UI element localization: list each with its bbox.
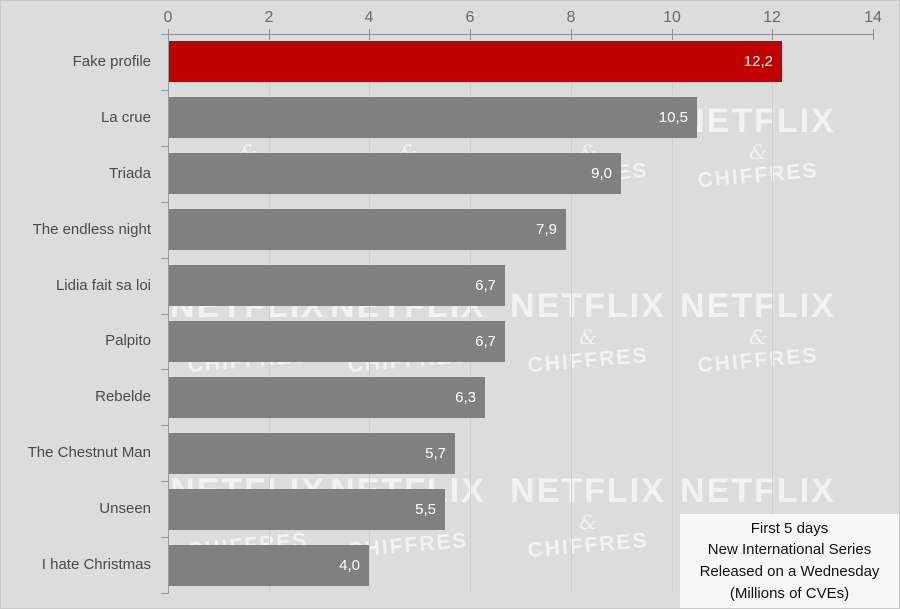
caption-box: First 5 days New International Series Re… [680, 514, 899, 608]
category-label: La crue [100, 109, 151, 126]
watermark-main-text: NETFLIX [510, 287, 666, 325]
bar-value-label: 9,0 [591, 165, 612, 182]
x-axis-tick-label: 12 [763, 9, 781, 26]
bar-value-label: 6,7 [475, 333, 496, 350]
category-label: Unseen [99, 500, 151, 517]
caption-line-2: New International Series [707, 541, 872, 559]
category-label: Palpito [105, 332, 151, 349]
bar-value-label: 5,7 [425, 445, 446, 462]
bar[interactable]: 5,5 [168, 489, 445, 530]
x-axis-tick [571, 29, 572, 40]
netflix-chiffres-watermark: NETFLIX&CHIFFRES [498, 472, 678, 562]
x-axis-tick [269, 29, 270, 40]
category-label: I hate Christmas [41, 556, 151, 573]
caption-line-3: Released on a Wednesday [699, 563, 880, 580]
bar[interactable]: 10,5 [168, 97, 697, 138]
bar-value-label: 7,9 [536, 221, 557, 238]
y-axis-tick [161, 537, 169, 538]
x-axis-tick [672, 29, 673, 40]
gridline [772, 34, 773, 593]
category-label: Fake profile [72, 53, 151, 70]
y-axis-tick [161, 90, 169, 91]
watermark-main-text: NETFLIX [680, 287, 836, 325]
watermark-sub-text: CHIFFRES [526, 343, 650, 378]
x-axis-tick [168, 29, 169, 40]
category-label: Lidia fait sa loi [55, 277, 151, 294]
caption-line-1: First 5 days [750, 519, 829, 537]
y-axis-tick [161, 369, 169, 370]
bar-value-label: 5,5 [415, 501, 436, 518]
x-axis-tick [873, 29, 874, 40]
x-axis-tick-label: 6 [465, 9, 475, 26]
bar-value-label: 6,3 [455, 389, 476, 406]
bar[interactable]: 6,7 [168, 265, 505, 306]
category-label: The endless night [32, 221, 151, 238]
x-axis-tick-label: 10 [663, 9, 681, 26]
watermark-ampersand: & [749, 140, 767, 164]
bar[interactable]: 6,7 [168, 321, 505, 362]
x-axis-tick-label: 0 [163, 9, 173, 26]
watermark-main-text: NETFLIX [510, 472, 666, 510]
y-axis-tick [161, 258, 169, 259]
x-axis-tick-label: 8 [566, 9, 576, 26]
bar[interactable]: 4,0 [168, 545, 369, 586]
x-axis-tick [369, 29, 370, 40]
bar-value-label: 10,5 [658, 109, 688, 126]
bar-value-label: 6,7 [475, 277, 496, 294]
bar[interactable]: 12,2 [168, 41, 782, 82]
bar[interactable]: 5,7 [168, 433, 455, 474]
netflix-chiffres-watermark: NETFLIX&CHIFFRES [498, 287, 678, 377]
y-axis-tick [161, 202, 169, 203]
x-axis-tick [470, 29, 471, 40]
x-axis-tick-label: 14 [864, 9, 882, 26]
bar-value-label: 4,0 [339, 557, 360, 574]
y-axis-tick [161, 146, 169, 147]
x-axis-tick-label: 4 [364, 9, 374, 26]
category-label: Rebelde [95, 388, 151, 405]
y-axis-tick [161, 425, 169, 426]
plot-area: NETFLIX&CHIFFRESNETFLIX&CHIFFRESNETFLIX&… [168, 34, 873, 593]
category-label: Triada [109, 165, 151, 182]
watermark-ampersand: & [749, 325, 767, 349]
bar-chart: NETFLIX&CHIFFRESNETFLIX&CHIFFRESNETFLIX&… [0, 0, 900, 609]
caption-line-4: (Millions of CVEs) [729, 584, 850, 602]
y-axis-tick [161, 314, 169, 315]
bar[interactable]: 6,3 [168, 377, 485, 418]
watermark-main-text: NETFLIX [680, 472, 836, 510]
bar[interactable]: 9,0 [168, 153, 621, 194]
x-axis-tick [772, 29, 773, 40]
x-axis-line [168, 34, 874, 35]
category-label: The Chestnut Man [27, 444, 151, 461]
x-axis-tick-label: 2 [264, 9, 274, 26]
watermark-sub-text: CHIFFRES [696, 158, 820, 193]
watermark-ampersand: & [579, 325, 597, 349]
bar[interactable]: 7,9 [168, 209, 566, 250]
y-axis-tick [161, 593, 169, 594]
watermark-sub-text: CHIFFRES [696, 343, 820, 378]
y-axis-tick [161, 481, 169, 482]
watermark-sub-text: CHIFFRES [526, 528, 650, 563]
netflix-chiffres-watermark: NETFLIX&CHIFFRES [668, 287, 848, 377]
watermark-ampersand: & [579, 510, 597, 534]
bar-value-label: 12,2 [743, 53, 773, 70]
